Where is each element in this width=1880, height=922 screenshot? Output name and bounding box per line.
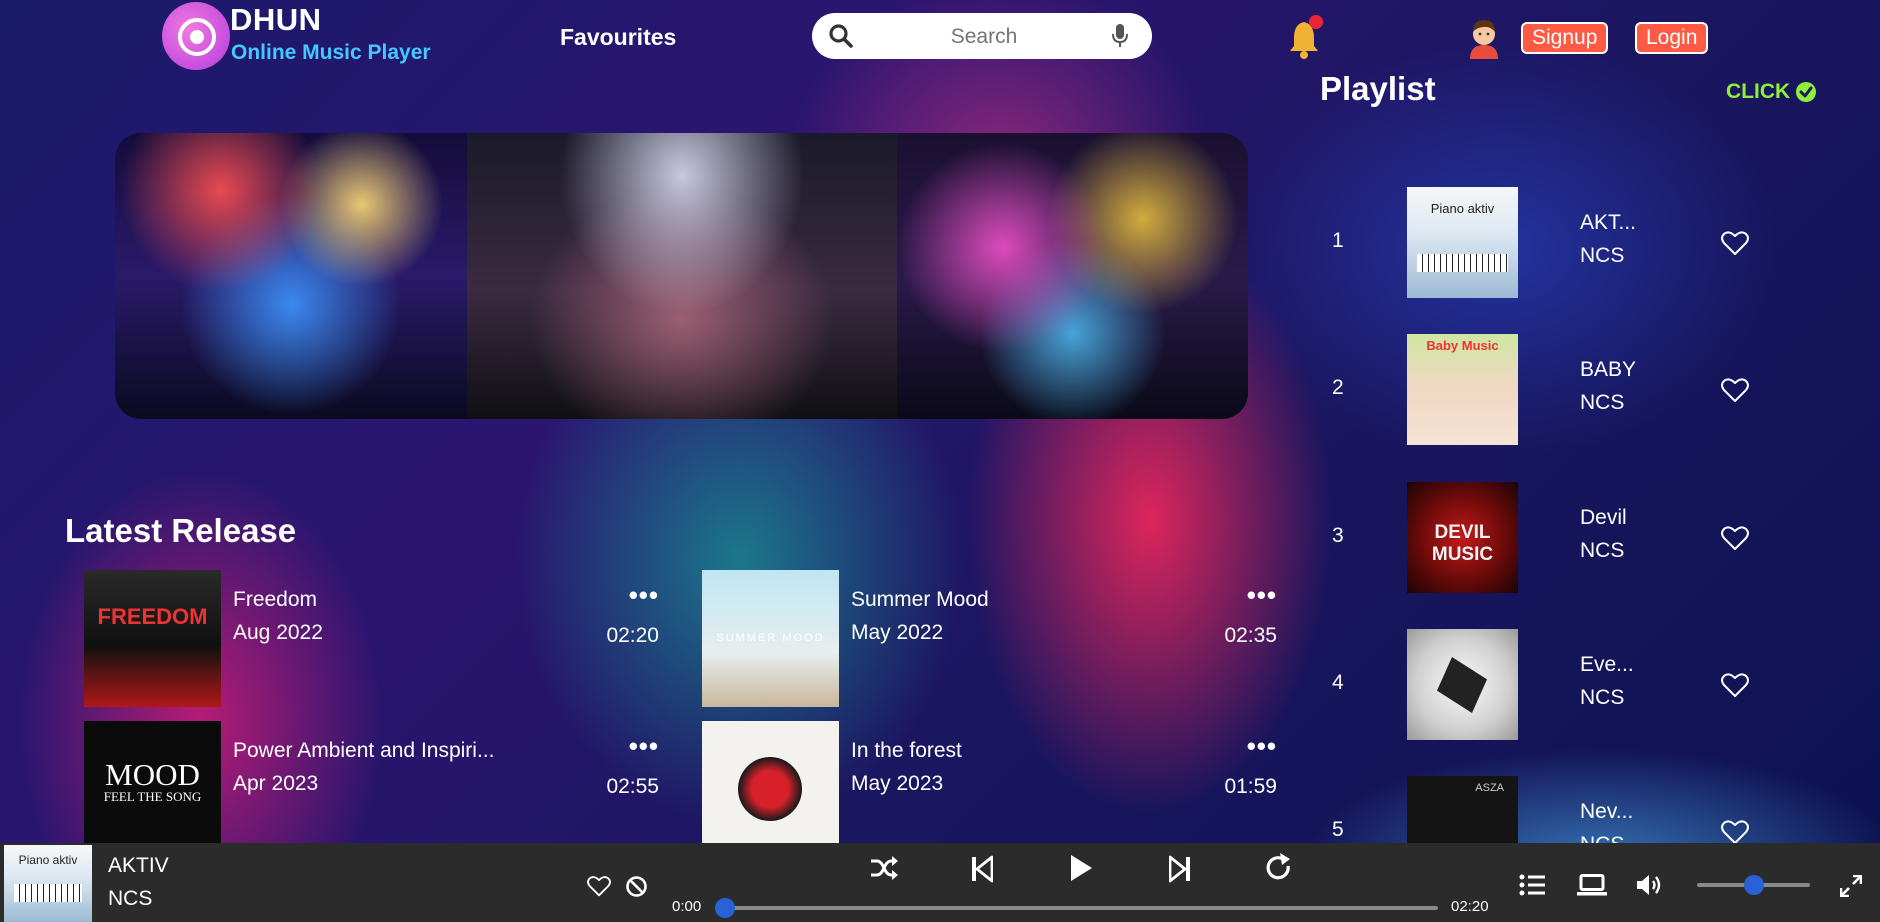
release-cover[interactable] [702,721,839,858]
now-playing-artist: NCS [108,887,153,910]
release-item[interactable]: In the forest May 2023 ••• 01:59 [702,721,1292,858]
playlist-item-cover[interactable]: Piano aktiv [1407,187,1518,298]
shuffle-icon[interactable] [869,855,899,881]
playlist-click-link[interactable]: CLICK [1726,80,1817,104]
playlist-title: Playlist [1320,70,1436,107]
logo[interactable] [162,2,230,70]
release-date: May 2022 [851,621,944,644]
next-icon[interactable] [1169,855,1191,883]
fullscreen-icon[interactable] [1840,875,1862,897]
playlist-item-title[interactable]: BABY [1580,358,1636,382]
bell-icon[interactable] [1288,14,1328,60]
nav-favourites[interactable]: Favourites [560,24,676,51]
playlist-item-number: 2 [1332,376,1344,399]
carousel-image-concert-fireworks [115,133,467,419]
avatar[interactable] [1466,17,1502,59]
release-cover[interactable]: MOOD FEEL THE SONG [84,721,221,858]
repeat-icon[interactable] [1265,853,1293,883]
volume-handle[interactable] [1743,875,1764,895]
heart-icon[interactable] [1721,672,1749,698]
brand-tagline: Online Music Player [231,41,431,64]
playlist-item-number: 3 [1332,524,1344,547]
playlist-item-number: 5 [1332,818,1344,841]
playlist-item-title[interactable]: Eve... [1580,653,1634,677]
more-options-icon[interactable]: ••• [1247,733,1277,759]
volume-icon[interactable] [1636,873,1664,897]
release-title[interactable]: Freedom [233,588,317,612]
mic-icon[interactable] [1112,24,1128,48]
previous-icon[interactable] [971,855,993,883]
playlist-item-artist: NCS [1580,686,1625,709]
more-options-icon[interactable]: ••• [1247,582,1277,608]
release-duration: 02:35 [1224,624,1277,647]
check-circle-icon [1795,81,1817,103]
release-title[interactable]: In the forest [851,739,962,763]
release-item[interactable]: FREEDOM Freedom Aug 2022 ••• 02:20 [84,570,674,707]
search-icon[interactable] [828,23,854,49]
heart-icon[interactable] [1721,525,1749,551]
playlist-item-artist: NCS [1580,539,1625,562]
release-cover[interactable]: SUMMER MOOD [702,570,839,707]
release-date: May 2023 [851,772,944,795]
playlist-item-title[interactable]: Devil [1580,506,1627,530]
block-icon[interactable] [625,875,648,898]
total-time: 02:20 [1451,898,1489,915]
signup-button[interactable]: Signup [1521,22,1609,54]
heart-icon[interactable] [1721,230,1749,256]
latest-release-title: Latest Release [65,512,297,549]
playlist-item-artist: NCS [1580,391,1625,414]
carousel-image-dj-stadium [467,133,897,419]
playlist-item[interactable]: 2 Baby Music BABY NCS [1320,334,1760,446]
more-options-icon[interactable]: ••• [629,582,659,608]
now-playing-cover[interactable]: Piano aktiv [4,845,92,922]
login-button[interactable]: Login [1635,22,1709,54]
release-date: Apr 2023 [233,772,319,795]
progress-bar[interactable] [718,906,1438,910]
current-time: 0:00 [672,898,702,915]
playlist-item-cover[interactable]: DEVIL MUSIC [1407,482,1518,593]
release-duration: 02:55 [606,775,659,798]
release-title[interactable]: Summer Mood [851,588,989,612]
progress-handle[interactable] [715,898,735,918]
heart-icon[interactable] [1721,819,1749,845]
play-icon[interactable] [1068,853,1094,883]
queue-icon[interactable] [1519,874,1545,896]
playlist-item-cover[interactable]: Baby Music [1407,334,1518,445]
playlist-item-title[interactable]: Nev... [1580,800,1633,824]
playlist-item[interactable]: 4 Eve... NCS [1320,629,1760,741]
search-input[interactable] [872,19,1096,55]
heart-icon[interactable] [587,875,611,897]
carousel-image-stage-confetti [897,133,1248,419]
release-item[interactable]: SUMMER MOOD Summer Mood May 2022 ••• 02:… [702,570,1292,707]
release-item[interactable]: MOOD FEEL THE SONG Power Ambient and Ins… [84,721,674,858]
hero-carousel[interactable] [115,133,1248,419]
playlist-item[interactable]: 1 Piano aktiv AKT... NCS [1320,187,1760,299]
playlist-item-title[interactable]: AKT... [1580,211,1636,235]
release-date: Aug 2022 [233,621,323,644]
release-duration: 02:20 [606,624,659,647]
more-options-icon[interactable]: ••• [629,733,659,759]
playlist-item[interactable]: 3 DEVIL MUSIC Devil NCS [1320,482,1760,594]
search-bar [812,13,1152,59]
playlist-item-number: 1 [1332,229,1344,252]
release-title[interactable]: Power Ambient and Inspiri... [233,739,494,763]
now-playing-title: AKTIV [108,854,169,877]
playlist-item-cover[interactable] [1407,629,1518,740]
brand-name: DHUN [230,2,322,37]
device-icon[interactable] [1577,874,1607,896]
playlist-item-artist: NCS [1580,244,1625,267]
heart-icon[interactable] [1721,377,1749,403]
release-duration: 01:59 [1224,775,1277,798]
player-bar: Piano aktiv AKTIV NCS 0:00 02:20 [0,843,1880,922]
playlist-item-number: 4 [1332,671,1344,694]
release-cover[interactable]: FREEDOM [84,570,221,707]
